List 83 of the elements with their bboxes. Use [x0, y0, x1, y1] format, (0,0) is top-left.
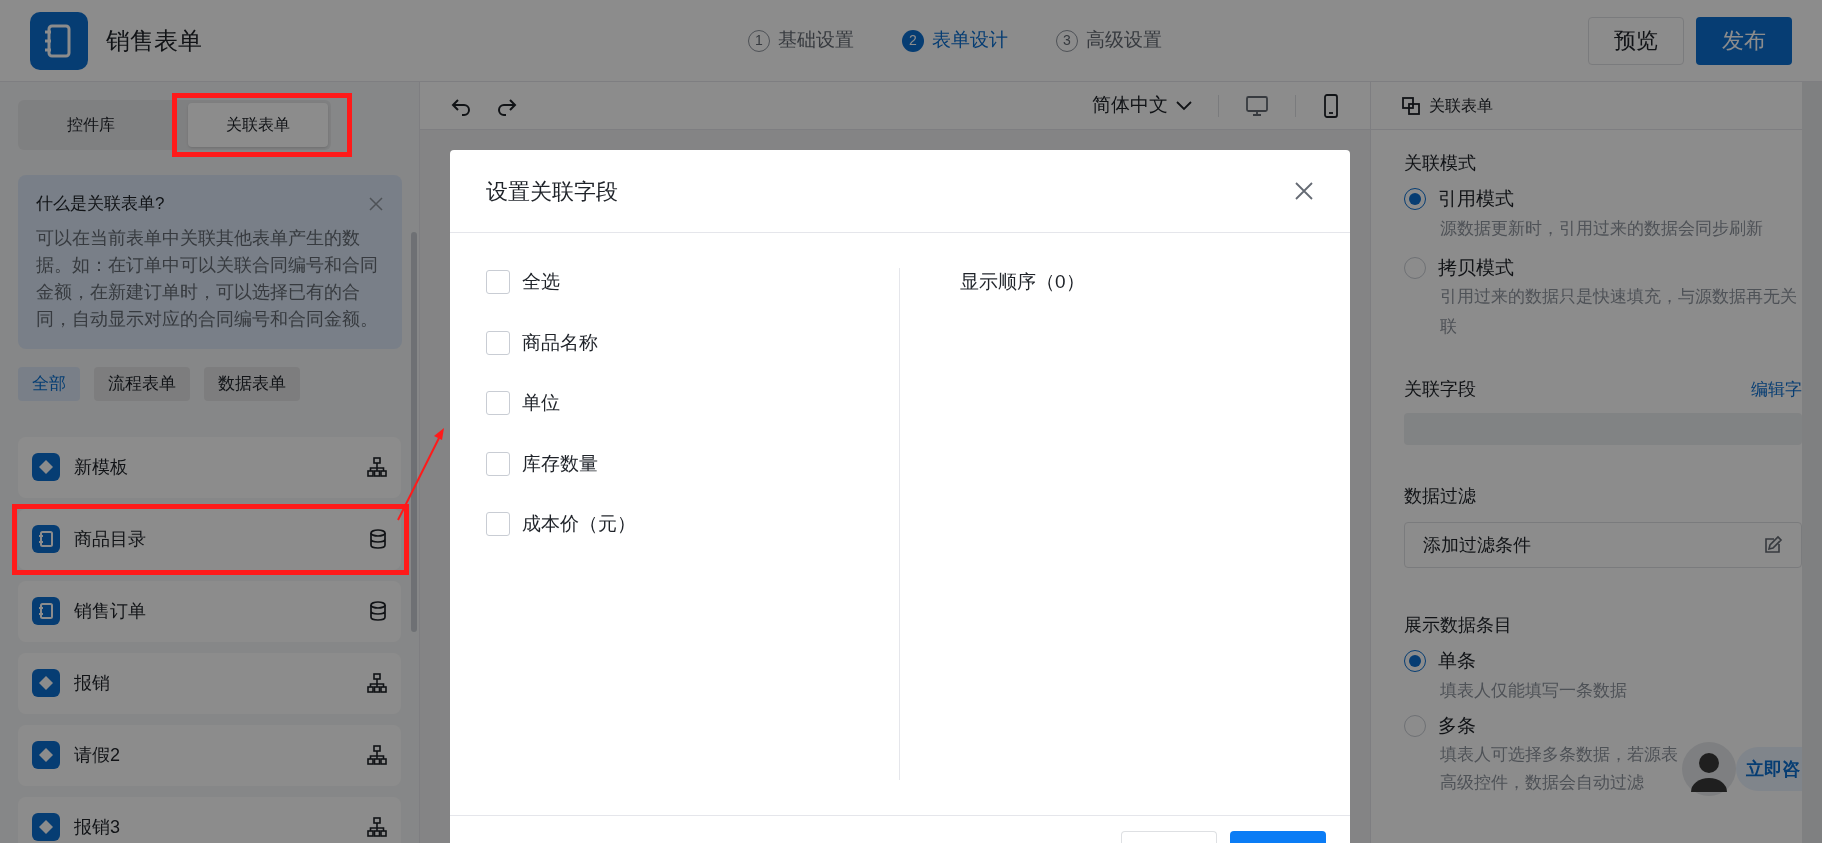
option-label: 单条 — [1438, 649, 1476, 673]
step-tab[interactable]: 2 表单设计 — [902, 26, 1008, 55]
info-title: 什么是关联表单? — [36, 193, 165, 215]
order-title: 显示顺序（0） — [960, 270, 1085, 294]
dialog-title: 设置关联字段 — [486, 177, 619, 206]
form-list-item[interactable]: 报销3 — [18, 796, 401, 843]
option-description: 引用过来的数据只是快速填充，与源数据再无关联 — [1440, 286, 1798, 338]
footer-button[interactable] — [1230, 831, 1326, 843]
edit-fields-link[interactable]: 编辑字 — [1751, 376, 1802, 403]
link-form-icon — [1401, 95, 1421, 116]
form-icon — [32, 453, 60, 481]
info-text: 可以在当前表单中关联其他表单产生的数据。如：在订单中可以关联合同编号和合同金额，在新建订单时，可以选择已有的合同，自动显示对应的合同编号和合同金额。 — [36, 226, 379, 331]
form-name: 报销3 — [74, 815, 121, 839]
checkbox[interactable] — [486, 512, 510, 537]
form-icon — [32, 741, 60, 769]
option-label: 多条 — [1438, 713, 1476, 738]
step-label: 基础设置 — [778, 28, 854, 53]
option-label: 拷贝模式 — [1438, 255, 1514, 280]
panel-title: 关联表单 — [1429, 95, 1493, 116]
filter-chip[interactable]: 数据表单 — [204, 366, 300, 401]
form-icon — [32, 597, 60, 625]
app-title: 销售表单 — [106, 25, 202, 56]
publish-button[interactable]: 发布 — [1696, 16, 1792, 65]
form-list-item[interactable]: 请假2 — [18, 724, 401, 786]
section-label: 展示数据条目 — [1404, 614, 1513, 637]
filter-chip[interactable]: 全部 — [18, 366, 80, 401]
form-name: 商品目录 — [74, 527, 147, 551]
footer-button[interactable] — [1121, 831, 1217, 843]
checkbox[interactable] — [486, 330, 510, 355]
option-label: 引用模式 — [1438, 187, 1514, 211]
avatar — [1682, 742, 1736, 796]
section-label: 数据过滤 — [1404, 485, 1477, 508]
form-list-item[interactable]: 商品目录 — [18, 508, 401, 570]
form-name: 请假2 — [74, 743, 121, 767]
filter-chip[interactable]: 流程表单 — [94, 366, 190, 401]
filter-field[interactable]: 添加过滤条件 — [1404, 522, 1802, 568]
checkbox-label: 单位 — [522, 391, 560, 415]
preview-button[interactable]: 预览 — [1588, 16, 1684, 65]
option-description: 高级控件，数据会自动过滤 — [1440, 772, 1644, 794]
checkbox-label: 库存数量 — [522, 451, 598, 476]
checkbox-label: 全选 — [522, 270, 560, 294]
form-icon — [32, 525, 60, 553]
desktop-icon[interactable] — [1245, 94, 1269, 117]
form-name: 销售订单 — [74, 599, 147, 623]
consult-button[interactable]: 立即咨 — [1736, 747, 1802, 791]
checkbox[interactable] — [486, 270, 510, 295]
section-label: 关联模式 — [1404, 152, 1477, 175]
checkbox[interactable] — [486, 391, 510, 416]
phone-icon[interactable] — [1322, 93, 1340, 118]
filter-placeholder: 添加过滤条件 — [1423, 533, 1532, 557]
checkbox-label: 成本价（元） — [522, 512, 636, 536]
form-list-item[interactable]: 报销 — [18, 652, 401, 714]
option-description: 填表人仅能填写一条数据 — [1440, 679, 1627, 702]
option-description: 源数据更新时，引用过来的数据会同步刷新 — [1440, 217, 1763, 240]
form-name: 新模板 — [74, 455, 129, 479]
org-chart-icon — [367, 457, 387, 477]
step-number: 2 — [902, 29, 924, 52]
chevron-down-icon — [1176, 100, 1192, 111]
language-dropdown[interactable]: 简体中文 — [1092, 91, 1192, 120]
form-name: 报销 — [74, 671, 111, 695]
step-label: 表单设计 — [932, 28, 1008, 53]
form-list-item[interactable]: 新模板 — [18, 436, 401, 498]
section-label: 关联字段 — [1404, 378, 1476, 401]
org-chart-icon — [367, 673, 387, 693]
edit-icon[interactable] — [1763, 535, 1783, 555]
org-chart-icon — [367, 817, 387, 837]
close-icon[interactable] — [1294, 181, 1314, 201]
database-icon — [369, 601, 387, 621]
panel-tab[interactable]: 关联表单 — [188, 103, 328, 147]
checkbox-label: 商品名称 — [522, 330, 598, 355]
form-icon — [32, 813, 60, 841]
org-chart-icon — [367, 745, 387, 765]
option-description: 填表人可选择多条数据，若源表 — [1440, 744, 1678, 766]
scrollbar[interactable] — [411, 232, 417, 632]
app-logo-icon — [30, 11, 88, 70]
form-list-item[interactable]: 销售订单 — [18, 580, 401, 642]
database-icon — [369, 529, 387, 549]
step-tab[interactable]: 1 基础设置 — [748, 26, 854, 55]
checkbox[interactable] — [486, 451, 510, 476]
form-icon — [32, 669, 60, 697]
step-tab[interactable]: 3 高级设置 — [1056, 26, 1162, 55]
step-label: 高级设置 — [1086, 28, 1162, 53]
panel-tab[interactable]: 控件库 — [21, 103, 161, 147]
